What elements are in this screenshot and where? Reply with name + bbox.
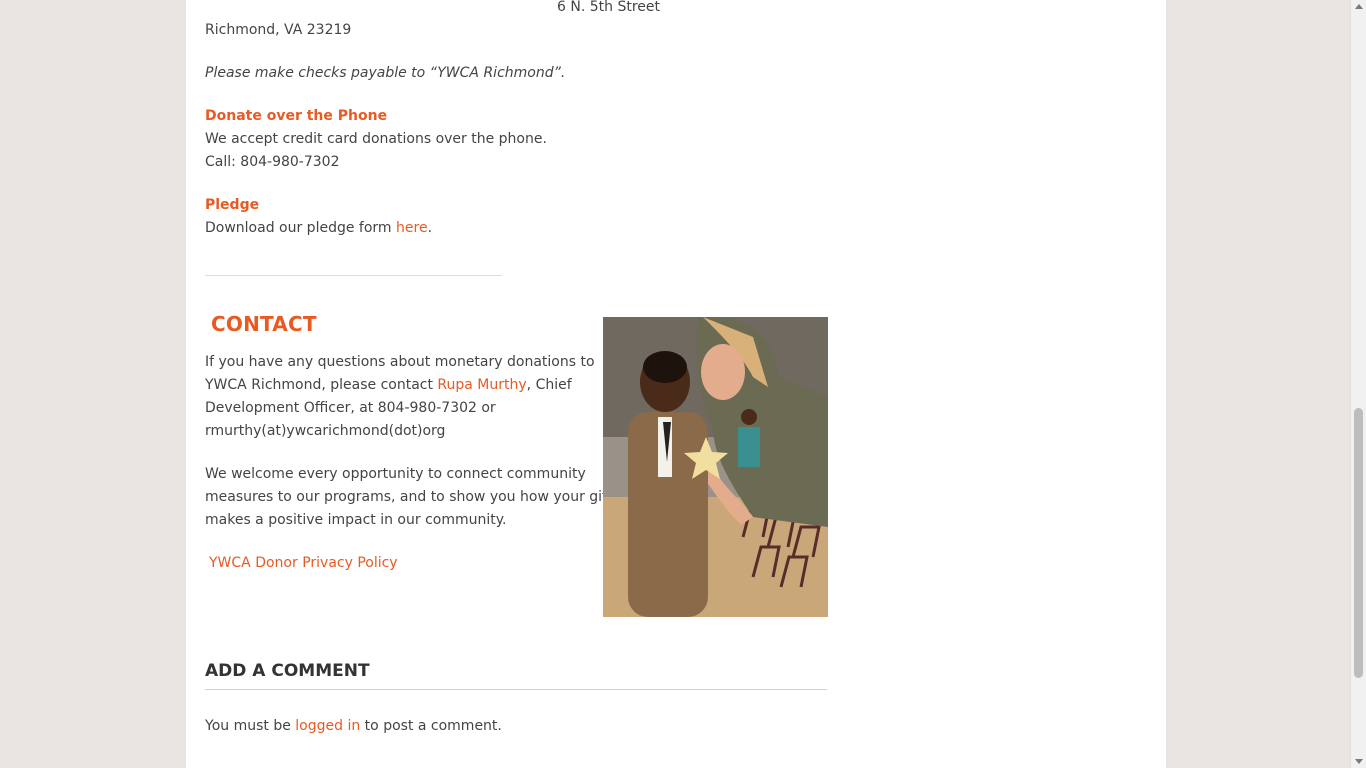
logged-in-link[interactable]: logged in <box>295 718 360 734</box>
contact-p1-line2-after: , Chief <box>526 377 572 393</box>
child-receiving-star-photo <box>603 317 828 617</box>
contact-p2-line2: measures to our programs, and to show yo… <box>205 489 613 505</box>
contact-p1-line2: YWCA Richmond, please contact Rupa Murth… <box>205 374 572 397</box>
pledge-heading: Pledge <box>205 197 260 213</box>
scroll-up-icon[interactable] <box>1355 4 1363 9</box>
contact-p1-line1: If you have any questions about monetary… <box>205 354 595 370</box>
phone-donation-heading: Donate over the Phone <box>205 108 388 124</box>
contact-p2-line1: We welcome every opportunity to connect … <box>205 466 586 482</box>
scroll-down-icon[interactable] <box>1355 759 1363 764</box>
login-text-after: to post a comment. <box>360 718 502 734</box>
comment-divider <box>205 689 827 690</box>
phone-donation-text: We accept credit card donations over the… <box>205 131 547 147</box>
rupa-murthy-link[interactable]: Rupa Murthy <box>437 377 526 393</box>
address-street: 6 N. 5th Street <box>557 0 660 15</box>
pledge-text: Download our pledge form here. <box>205 217 432 240</box>
section-divider <box>205 275 502 276</box>
address-city: Richmond, VA 23219 <box>205 22 352 38</box>
login-required-text: You must be logged in to post a comment. <box>205 715 502 738</box>
add-comment-heading: ADD A COMMENT <box>205 661 370 681</box>
contact-p1-line4: rmurthy(at)ywcarichmond(dot)org <box>205 423 446 439</box>
donor-privacy-policy-link[interactable]: YWCA Donor Privacy Policy <box>209 552 398 575</box>
pledge-text-after: . <box>427 220 433 236</box>
login-text-before: You must be <box>205 718 296 734</box>
scroll-thumb[interactable] <box>1354 408 1363 678</box>
pledge-text-before: Download our pledge form <box>205 220 397 236</box>
page-scrollbar[interactable] <box>1350 0 1366 768</box>
pledge-form-link[interactable]: here <box>396 220 428 236</box>
contact-p2-line3: makes a positive impact in our community… <box>205 512 507 528</box>
contact-p1-line2-before: YWCA Richmond, please contact <box>205 377 438 393</box>
checks-note: Please make checks payable to “YWCA Rich… <box>205 65 566 81</box>
contact-p1-line3: Development Officer, at 804-980-7302 or <box>205 400 496 416</box>
contact-heading: CONTACT <box>211 312 317 336</box>
phone-donation-number: Call: 804-980-7302 <box>205 154 340 170</box>
